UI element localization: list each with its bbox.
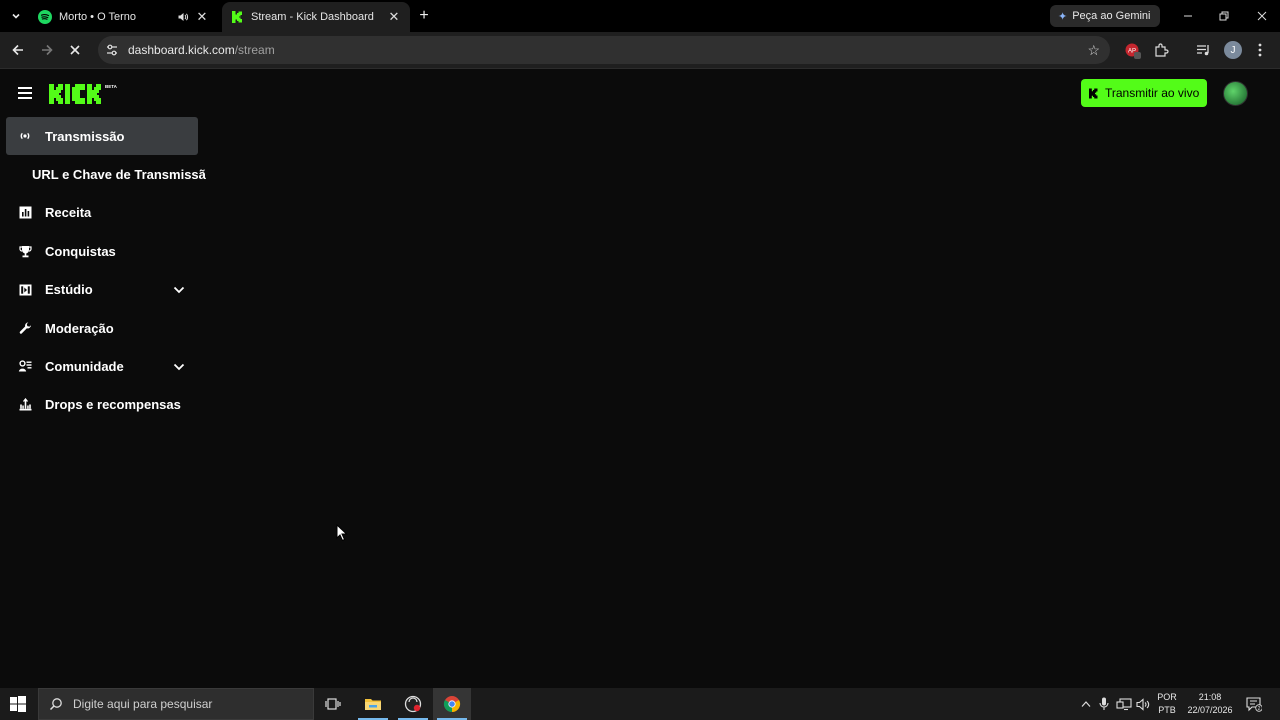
tab-search-chevron-icon[interactable]	[6, 6, 26, 26]
network-icon[interactable]	[1115, 688, 1133, 720]
media-controls-icon[interactable]	[1193, 40, 1213, 60]
sidebar-item-label: Estúdio	[45, 282, 93, 298]
browser-tab-kick[interactable]: Stream - Kick Dashboard ✕	[222, 2, 410, 32]
language-code: POR	[1157, 692, 1177, 702]
address-bar[interactable]: dashboard.kick.com/stream ☆	[98, 36, 1110, 64]
sidebar-item-transmissao[interactable]: Transmissão	[6, 117, 198, 156]
community-icon	[18, 360, 32, 374]
trophy-icon	[18, 244, 32, 258]
input-language-indicator[interactable]: POR PTB	[1154, 691, 1180, 717]
sidebar-item-drops[interactable]: Drops e recompensas	[6, 386, 206, 424]
chart-icon	[18, 206, 32, 220]
tab-title: Morto • O Terno	[59, 11, 137, 23]
file-explorer-icon[interactable]	[354, 688, 392, 720]
sidebar-item-label: Transmissão	[45, 128, 125, 144]
volume-icon[interactable]	[1134, 688, 1152, 720]
sidebar-item-label: URL e Chave de Transmissão	[32, 167, 206, 183]
gemini-button[interactable]: ✦ Peça ao Gemini	[1050, 5, 1161, 27]
sidebar-item-label: Conquistas	[45, 243, 116, 259]
sidebar-item-label: Drops e recompensas	[45, 397, 181, 413]
taskbar-clock[interactable]: 21:08 22/07/2026	[1184, 691, 1236, 717]
sidebar-item-conquistas[interactable]: Conquistas	[6, 232, 206, 270]
chrome-menu-icon[interactable]	[1250, 40, 1270, 60]
speaker-icon[interactable]	[176, 10, 190, 24]
wrench-icon	[18, 321, 32, 335]
microphone-icon[interactable]	[1096, 688, 1112, 720]
gemini-label: Peça ao Gemini	[1072, 10, 1151, 22]
studio-icon	[18, 283, 32, 297]
sidebar-item-label: Receita	[45, 205, 92, 221]
recording-app-icon[interactable]	[394, 688, 432, 720]
show-hidden-icons-chevron-icon[interactable]	[1078, 688, 1094, 720]
search-placeholder: Digite aqui para pesquisar	[73, 697, 213, 711]
dashboard-sidebar: Transmissão URL e Chave de Transmissão R…	[6, 117, 206, 424]
site-info-icon[interactable]	[104, 42, 120, 58]
browser-tab-strip: Morto • O Terno ✕ Stream - Kick Dashboar…	[0, 0, 1280, 32]
bookmark-star-icon[interactable]: ☆	[1087, 42, 1100, 59]
extensions-puzzle-icon[interactable]	[1151, 40, 1171, 60]
kick-k-icon	[1089, 88, 1098, 98]
kick-logo[interactable]: BETA	[48, 82, 130, 111]
go-live-label: Transmitir ao vivo	[1105, 86, 1200, 100]
windows-start-icon[interactable]	[10, 696, 26, 712]
forward-arrow-icon[interactable]	[36, 39, 58, 61]
user-avatar[interactable]	[1223, 81, 1248, 106]
tab-title: Stream - Kick Dashboard	[251, 11, 374, 23]
hamburger-menu-icon[interactable]	[18, 87, 32, 99]
browser-tab-spotify[interactable]: Morto • O Terno ✕	[30, 2, 218, 32]
sidebar-item-moderacao[interactable]: Moderação	[6, 309, 206, 347]
browser-toolbar: dashboard.kick.com/stream ☆ AP J	[0, 32, 1280, 69]
beta-badge: BETA	[105, 84, 118, 89]
extension-icon[interactable]: AP	[1122, 40, 1142, 60]
close-tab-icon[interactable]: ✕	[386, 9, 402, 25]
clock-date: 22/07/2026	[1187, 705, 1233, 715]
sidebar-item-receita[interactable]: Receita	[6, 194, 206, 232]
go-live-button[interactable]: Transmitir ao vivo	[1081, 79, 1207, 107]
minimize-icon[interactable]	[1170, 0, 1206, 32]
url-path: /stream	[234, 43, 275, 57]
notification-center-icon[interactable]: 2	[1246, 696, 1262, 712]
sidebar-item-url-chave[interactable]: URL e Chave de Transmissão	[6, 155, 206, 193]
sidebar-item-estudio[interactable]: Estúdio	[6, 271, 206, 309]
task-view-icon[interactable]	[314, 688, 352, 720]
windows-taskbar: Digite aqui para pesquisar POR PTB 21:08…	[0, 688, 1280, 720]
broadcast-icon	[18, 129, 32, 143]
spotify-icon	[38, 10, 52, 24]
chevron-down-icon[interactable]	[172, 283, 186, 297]
stop-loading-icon[interactable]	[64, 39, 86, 61]
chrome-icon[interactable]	[433, 688, 471, 720]
close-window-icon[interactable]	[1244, 0, 1280, 32]
clock-time: 21:08	[1198, 692, 1222, 702]
back-arrow-icon[interactable]	[7, 39, 29, 61]
taskbar-search-box[interactable]: Digite aqui para pesquisar	[38, 688, 314, 720]
sidebar-item-label: Comunidade	[45, 359, 124, 375]
url-text: dashboard.kick.com/stream	[128, 43, 275, 57]
sidebar-item-label: Moderação	[45, 320, 114, 336]
new-tab-icon[interactable]: +	[414, 6, 434, 26]
chevron-down-icon[interactable]	[172, 360, 186, 374]
url-host: dashboard.kick.com	[128, 43, 235, 57]
kick-dashboard-page: BETA Transmitir ao vivo Transmissão URL …	[0, 69, 1280, 688]
notification-count: 2	[1258, 706, 1261, 712]
sidebar-item-comunidade[interactable]: Comunidade	[6, 347, 206, 385]
mouse-cursor-icon	[336, 524, 348, 542]
restore-icon[interactable]	[1206, 0, 1242, 32]
gemini-sparkle-icon: ✦	[1058, 10, 1068, 23]
close-tab-icon[interactable]: ✕	[194, 9, 210, 25]
profile-avatar[interactable]: J	[1224, 41, 1242, 59]
search-icon	[49, 698, 62, 711]
kick-icon	[232, 11, 242, 23]
gift-icon	[18, 398, 32, 412]
keyboard-layout: PTB	[1158, 705, 1176, 715]
